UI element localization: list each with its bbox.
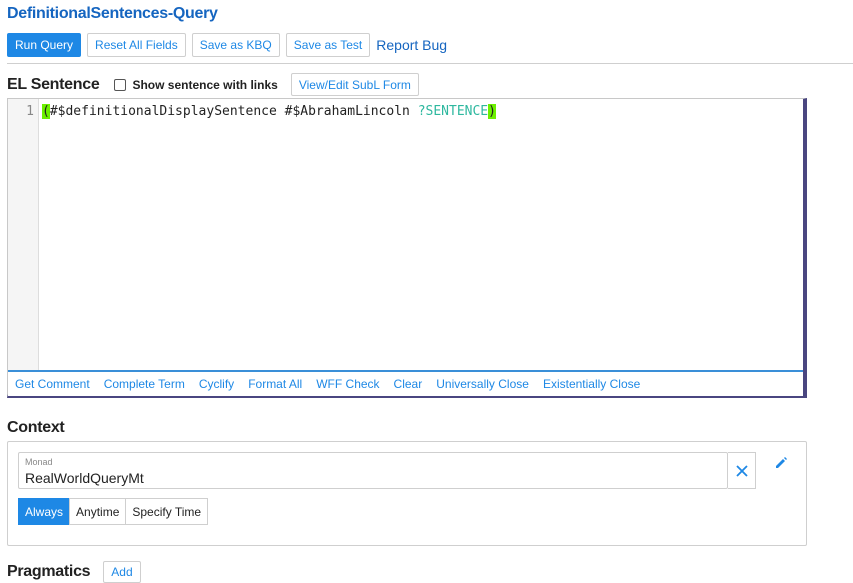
- add-pragmatics-button[interactable]: Add: [103, 561, 141, 583]
- code-text: #$definitionalDisplaySentence #$AbrahamL…: [49, 104, 418, 119]
- pragmatics-heading: Pragmatics: [7, 563, 91, 580]
- run-query-button[interactable]: Run Query: [7, 33, 82, 57]
- format-all-action[interactable]: Format All: [248, 377, 302, 391]
- clear-action[interactable]: Clear: [394, 377, 423, 391]
- editor-actions-bar: Get Comment Complete Term Cyclify Format…: [8, 370, 803, 396]
- monad-value: RealWorldQueryMt: [25, 470, 144, 486]
- time-selector: Always Anytime Specify Time: [18, 498, 209, 525]
- el-sentence-heading: EL Sentence: [7, 75, 100, 93]
- clear-monad-button[interactable]: [728, 452, 756, 489]
- always-option[interactable]: Always: [18, 498, 71, 525]
- line-number-gutter: 1: [8, 99, 39, 370]
- divider: [7, 63, 853, 64]
- view-edit-subl-button[interactable]: View/Edit SubL Form: [290, 73, 419, 96]
- context-heading: Context: [7, 419, 65, 436]
- wff-check-action[interactable]: WFF Check: [316, 377, 379, 391]
- show-links-label: Show sentence with links: [132, 77, 278, 92]
- el-sentence-header: EL Sentence Show sentence with links Vie…: [7, 73, 419, 96]
- show-links-checkbox[interactable]: [114, 78, 127, 91]
- pragmatics-header: Pragmatics Add: [7, 561, 141, 583]
- cyclify-action[interactable]: Cyclify: [199, 377, 234, 391]
- universally-close-action[interactable]: Universally Close: [436, 377, 529, 391]
- existentially-close-action[interactable]: Existentially Close: [543, 377, 640, 391]
- monad-label: Monad: [25, 457, 53, 467]
- close-icon: [735, 464, 748, 477]
- open-paren: (: [42, 104, 50, 119]
- save-as-kbq-button[interactable]: Save as KBQ: [191, 33, 280, 57]
- pencil-icon: [776, 457, 787, 468]
- toolbar: Run Query Reset All Fields Save as KBQ S…: [7, 33, 447, 57]
- anytime-option[interactable]: Anytime: [69, 498, 127, 525]
- save-as-test-button[interactable]: Save as Test: [285, 33, 371, 57]
- monad-field[interactable]: Monad RealWorldQueryMt: [18, 452, 728, 489]
- page-title: DefinitionalSentences-Query: [7, 5, 218, 22]
- edit-context-button[interactable]: [774, 456, 788, 475]
- report-bug-link[interactable]: Report Bug: [376, 37, 447, 53]
- complete-term-action[interactable]: Complete Term: [104, 377, 185, 391]
- show-links-option[interactable]: Show sentence with links: [114, 77, 278, 92]
- query-variable: ?SENTENCE: [417, 104, 489, 119]
- el-sentence-editor[interactable]: 1 (#$definitionalDisplaySentence #$Abrah…: [7, 98, 807, 398]
- get-comment-action[interactable]: Get Comment: [15, 377, 90, 391]
- close-paren: ): [488, 104, 496, 119]
- code-line[interactable]: (#$definitionalDisplaySentence #$Abraham…: [42, 104, 496, 119]
- context-panel: Monad RealWorldQueryMt Always Anytime Sp…: [7, 441, 807, 546]
- specify-time-option[interactable]: Specify Time: [125, 498, 209, 525]
- reset-all-fields-button[interactable]: Reset All Fields: [87, 33, 186, 57]
- line-number: 1: [26, 104, 34, 119]
